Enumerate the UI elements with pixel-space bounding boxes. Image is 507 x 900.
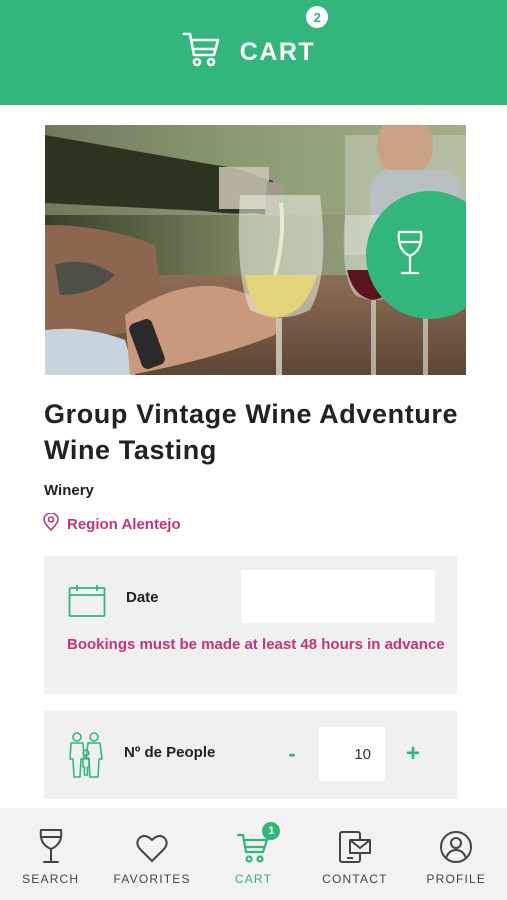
product-title: Group Vintage Wine Adventure Wine Tastin…	[44, 399, 459, 465]
product-location[interactable]: Region Alentejo	[43, 512, 181, 535]
profile-icon	[439, 826, 473, 864]
tab-label: FAVORITES	[113, 872, 191, 886]
wine-glass-icon	[38, 826, 64, 864]
calendar-icon	[68, 584, 106, 623]
location-label: Region Alentejo	[67, 515, 181, 533]
cart-count-badge: 2	[306, 6, 329, 28]
bottom-tab-bar: SEARCH FAVORITES 1 CART CONTACT PROFILE	[0, 808, 507, 900]
tab-label: CART	[234, 872, 273, 886]
contact-icon	[338, 826, 372, 864]
tab-profile[interactable]: PROFILE	[406, 808, 506, 886]
date-label: Date	[126, 589, 159, 606]
booking-notice: Bookings must be made at least 48 hours …	[67, 636, 445, 653]
product-image	[45, 125, 466, 375]
tab-search[interactable]: SEARCH	[1, 808, 101, 886]
people-label: Nº de People	[124, 744, 216, 761]
wine-glass-icon	[396, 230, 424, 281]
page-title: CART	[239, 38, 316, 66]
decrease-people-button[interactable]: -	[282, 739, 302, 769]
cart-tab-badge: 1	[262, 822, 281, 840]
people-selector-card: Nº de People - +	[44, 711, 457, 799]
tab-label: PROFILE	[426, 872, 487, 886]
tab-contact[interactable]: CONTACT	[305, 808, 405, 886]
people-icon	[68, 731, 104, 784]
product-category: Winery	[44, 482, 94, 499]
tab-favorites[interactable]: FAVORITES	[102, 808, 202, 886]
location-pin-icon	[43, 512, 59, 535]
app-header: CART 2	[0, 0, 507, 105]
date-selector-card: Date Bookings must be made at least 48 h…	[44, 556, 457, 694]
header-cart[interactable]: CART 2	[182, 6, 329, 74]
tab-label: CONTACT	[322, 872, 388, 886]
cart-icon: 1	[236, 822, 281, 864]
people-count-field[interactable]	[319, 727, 385, 781]
tab-cart[interactable]: 1 CART	[203, 808, 303, 886]
tab-label: SEARCH	[22, 872, 80, 886]
heart-icon	[136, 826, 168, 864]
cart-icon	[182, 31, 222, 74]
date-field[interactable]	[241, 570, 435, 623]
increase-people-button[interactable]: +	[401, 739, 425, 769]
